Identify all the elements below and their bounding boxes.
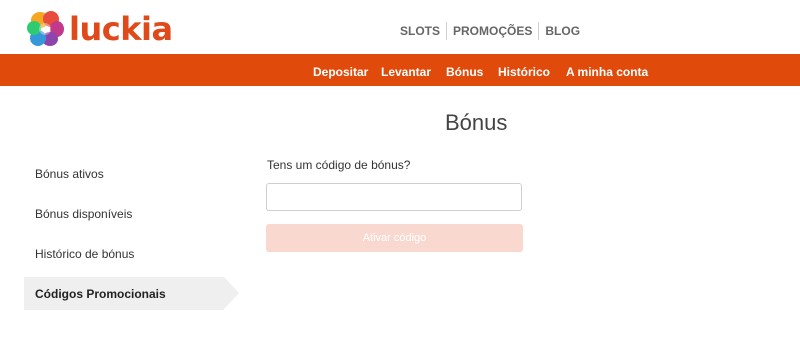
nav-bonus[interactable]: Bónus (446, 65, 483, 79)
main-nav-bar: Depositar Levantar Bónus Histórico A min… (0, 54, 800, 86)
nav-historico[interactable]: Histórico (498, 65, 550, 79)
nav-depositar[interactable]: Depositar (313, 65, 368, 79)
activate-code-button[interactable]: Ativar código (266, 224, 523, 252)
page-title: Bónus (445, 110, 508, 135)
promo-code-question: Tens um código de bónus? (267, 158, 411, 172)
top-nav-blog[interactable]: BLOG (539, 24, 586, 38)
nav-minha-conta[interactable]: A minha conta (566, 65, 648, 79)
top-nav-promocoes[interactable]: PROMOÇÕES (447, 24, 538, 38)
sidebar-item-bonus-ativos[interactable]: Bónus ativos (35, 167, 104, 181)
sidebar-item-codigos-promocionais[interactable]: Códigos Promocionais (24, 277, 239, 310)
sidebar-item-bonus-disponiveis[interactable]: Bónus disponíveis (35, 207, 132, 221)
promo-code-input[interactable] (266, 183, 522, 211)
top-header: luckia SLOTS PROMOÇÕES BLOG (0, 0, 800, 54)
clover-logo-icon (27, 11, 64, 46)
top-nav-slots[interactable]: SLOTS (394, 24, 446, 38)
top-nav: SLOTS PROMOÇÕES BLOG (394, 22, 586, 40)
sidebar-item-label: Códigos Promocionais (35, 287, 166, 301)
nav-levantar[interactable]: Levantar (381, 65, 431, 79)
brand-name: luckia (69, 10, 173, 48)
luckia-logo[interactable]: luckia (26, 9, 173, 49)
sidebar-item-historico-bonus[interactable]: Histórico de bónus (35, 247, 134, 261)
